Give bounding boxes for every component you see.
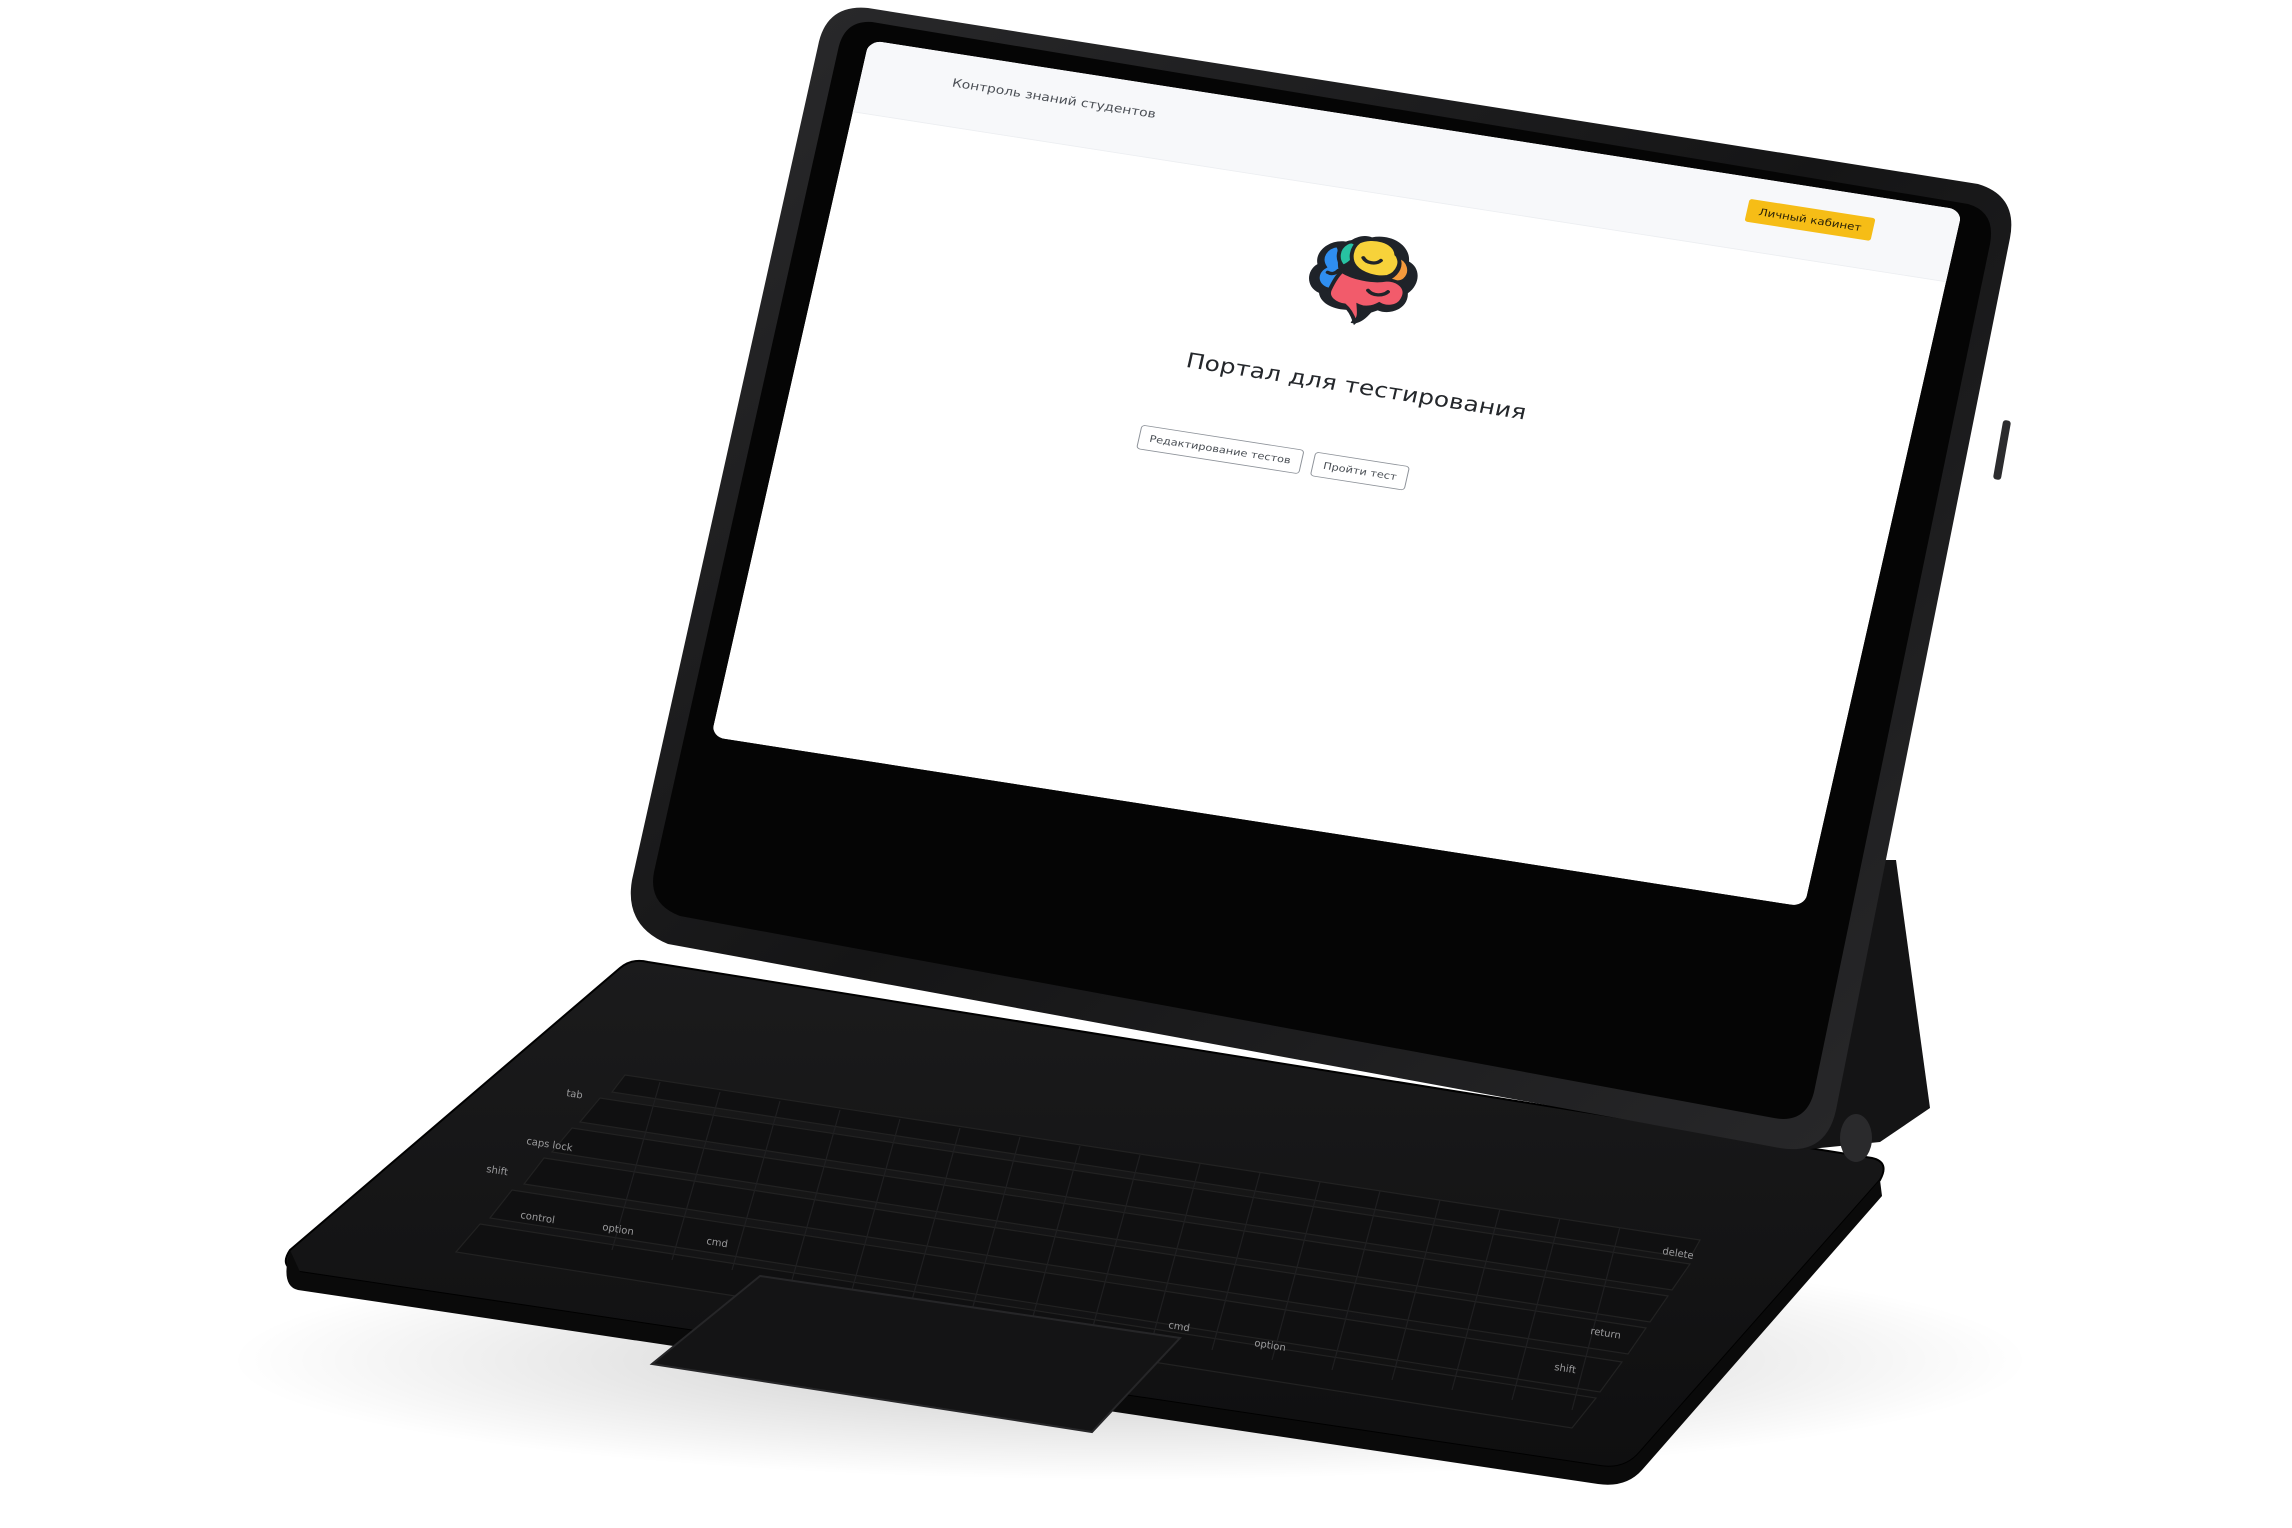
key-shift-left: shift	[486, 1164, 509, 1178]
keyboard-labels: tab caps lock shift control option cmd c…	[486, 1088, 1695, 1376]
device-mockup-scene: Контроль знаний студентов Личный кабинет	[0, 0, 2292, 1528]
key-cmd-right: cmd	[1168, 1320, 1191, 1334]
key-caps-lock: caps lock	[526, 1136, 574, 1154]
key-return: return	[1590, 1326, 1622, 1342]
key-option-left: option	[602, 1222, 635, 1238]
key-shift-right: shift	[1554, 1362, 1577, 1376]
key-tab: tab	[566, 1088, 584, 1101]
key-control: control	[520, 1210, 556, 1226]
key-cmd-left: cmd	[706, 1236, 729, 1250]
key-delete: delete	[1662, 1246, 1695, 1262]
key-option-right: option	[1254, 1338, 1287, 1354]
